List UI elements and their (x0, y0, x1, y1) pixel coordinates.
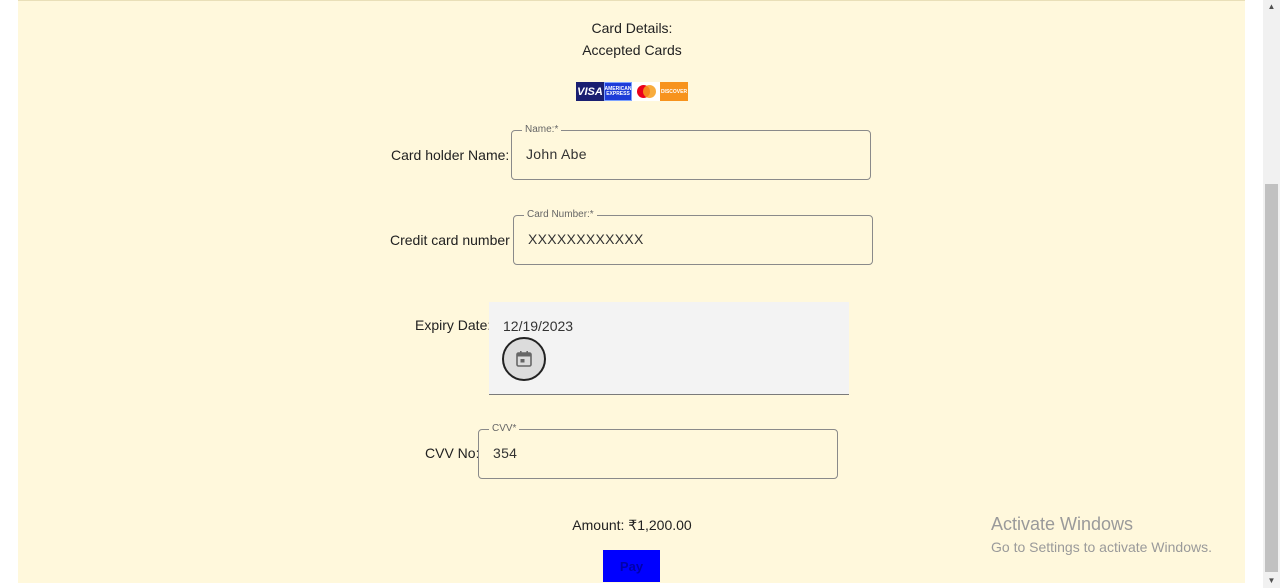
cvv-legend: CVV* (489, 423, 520, 435)
discover-logo: DISCOVER (660, 82, 688, 101)
card-number-legend: Card Number:* (524, 209, 597, 221)
calendar-button[interactable] (502, 337, 546, 381)
credit-card-number-label: Credit card number (390, 232, 510, 248)
amex-logo: AMERICAN EXPRESS (604, 82, 632, 101)
page-scrollbar[interactable]: ▲ ▼ (1263, 0, 1280, 588)
card-number-value: XXXXXXXXXXXX (528, 231, 644, 247)
pay-button[interactable]: Pay (603, 550, 660, 582)
activate-windows-title: Activate Windows (991, 514, 1134, 534)
accepted-cards-logos: VISA AMERICAN EXPRESS DISCOVER (576, 82, 688, 101)
expiry-date-label: Expiry Date: (415, 317, 492, 333)
accepted-cards-label: Accepted Cards (582, 42, 682, 58)
name-legend: Name:* (522, 124, 562, 136)
card-number-field[interactable]: Card Number:* XXXXXXXXXXXX (513, 209, 873, 265)
calendar-icon (516, 351, 532, 367)
expiry-date-value: 12/19/2023 (503, 318, 574, 334)
card-details-heading: Card Details: (591, 20, 673, 36)
cvv-value: 354 (493, 445, 518, 461)
scroll-down-icon[interactable]: ▼ (1263, 574, 1280, 588)
card-holder-name-label: Card holder Name: (391, 147, 510, 163)
cvv-field[interactable]: CVV* 354 (478, 423, 838, 479)
card-holder-name-field[interactable]: Name:* John Abe (511, 124, 871, 180)
mastercard-logo (632, 82, 660, 101)
amount-text: Amount: ₹1,200.00 (572, 517, 692, 533)
cvv-label: CVV No: (425, 445, 480, 461)
scroll-up-icon[interactable]: ▲ (1263, 0, 1280, 14)
expiry-date-field[interactable]: 12/19/2023 (489, 302, 849, 395)
activate-windows-subtitle: Go to Settings to activate Windows. (991, 539, 1212, 555)
scroll-thumb[interactable] (1265, 184, 1278, 572)
name-value: John Abe (526, 146, 587, 162)
visa-logo: VISA (576, 82, 604, 101)
